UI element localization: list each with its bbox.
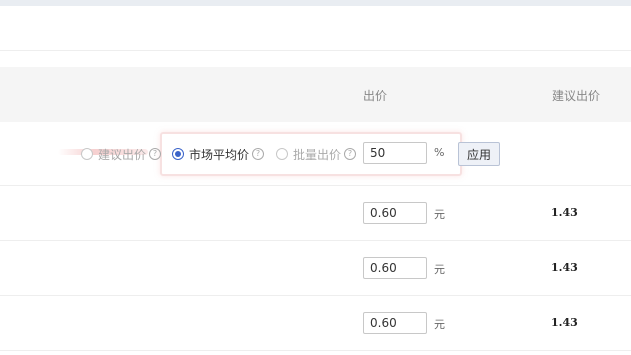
table-row: 0.60 元 1.43 (0, 186, 631, 241)
help-icon[interactable]: ? (344, 148, 357, 160)
radio-label: 批量出价 (293, 147, 342, 162)
help-icon[interactable]: ? (149, 148, 162, 160)
suggested-bid-value: 1.43 (551, 261, 578, 274)
column-header-suggested-bid: 建议出价 (552, 89, 601, 103)
batch-bid-row: 建议出价 ? 市场平均价 ? 批量出价 ? 50 % 应用 (0, 122, 631, 186)
currency-unit: 元 (434, 208, 445, 221)
radio-label: 建议出价 (98, 147, 147, 162)
bid-input[interactable]: 0.60 (363, 312, 427, 334)
radio-circle[interactable] (81, 148, 93, 160)
table-row: 0.60 元 1.43 (0, 296, 631, 351)
table-header: 出价 建议出价 (0, 67, 631, 122)
radio-batch-bid[interactable]: 批量出价 ? (276, 146, 357, 162)
currency-unit: 元 (434, 263, 445, 276)
help-icon[interactable]: ? (252, 148, 265, 160)
bid-input[interactable]: 0.60 (363, 202, 427, 224)
apply-button[interactable]: 应用 (458, 142, 500, 166)
suggested-bid-value: 1.43 (551, 316, 578, 329)
radio-market-average[interactable]: 市场平均价 ? (172, 146, 265, 162)
column-header-bid: 出价 (363, 89, 388, 103)
batch-percent-input[interactable]: 50 (363, 142, 427, 164)
percent-unit: % (434, 146, 445, 159)
table-row: 0.60 元 1.43 (0, 241, 631, 296)
bid-input[interactable]: 0.60 (363, 257, 427, 279)
radio-label: 市场平均价 (189, 147, 250, 162)
currency-unit: 元 (434, 318, 445, 331)
radio-suggested-bid[interactable]: 建议出价 ? (81, 146, 162, 162)
radio-circle-checked[interactable] (172, 148, 184, 160)
toolbar-area (0, 6, 631, 51)
suggested-bid-value: 1.43 (551, 206, 578, 219)
radio-circle[interactable] (276, 148, 288, 160)
